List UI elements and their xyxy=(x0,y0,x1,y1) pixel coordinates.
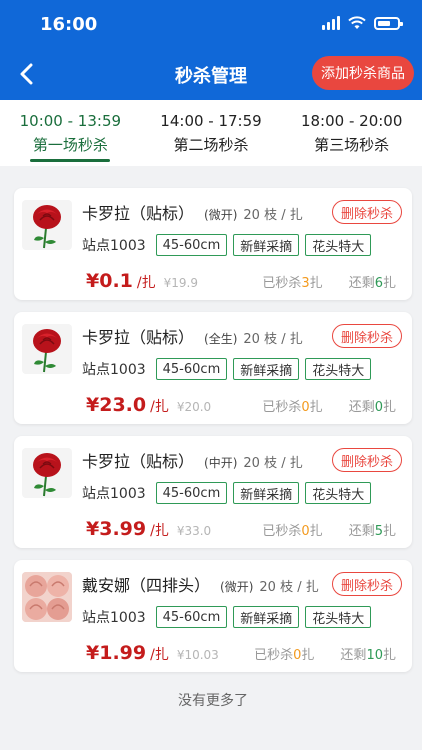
price-row: ¥1.99 /扎 ¥10.03 已秒杀0扎 还剩10扎 xyxy=(86,642,396,664)
tags-row: 站点1003 45-60cm 新鲜采摘 花头特大 xyxy=(82,606,377,628)
tab-session-3[interactable]: 18:00 - 20:00 第三场秒杀 xyxy=(281,100,422,166)
product-title-row: 卡罗拉（贴标） (全生) 20 枝 / 扎 xyxy=(82,324,303,348)
bloom-state: (微开) xyxy=(220,580,254,594)
tab-session-1[interactable]: 10:00 - 13:59 第一场秒杀 xyxy=(0,100,141,166)
bundle-qty: 20 枝 / 扎 xyxy=(243,332,303,347)
original-price: ¥33.0 xyxy=(176,524,212,538)
product-name: 卡罗拉（贴标） xyxy=(82,204,195,223)
station-label: 站点1003 xyxy=(82,610,146,626)
tab-time: 14:00 - 17:59 xyxy=(160,111,262,130)
sale-price: ¥3.99 xyxy=(86,518,147,540)
tags-row: 站点1003 45-60cm 新鲜采摘 花头特大 xyxy=(82,358,377,380)
list-item[interactable]: 卡罗拉（贴标） (微开) 20 枝 / 扎 删除秒杀 站点1003 45-60c… xyxy=(14,188,412,300)
sale-price: ¥0.1 xyxy=(86,270,133,292)
sold-count: 已秒杀0扎 xyxy=(254,648,315,663)
product-name: 卡罗拉（贴标） xyxy=(82,328,195,347)
bundle-qty: 20 枝 / 扎 xyxy=(243,208,303,223)
tab-label: 第二场秒杀 xyxy=(173,135,249,154)
tag-fresh: 新鲜采摘 xyxy=(233,482,300,504)
tags-row: 站点1003 45-60cm 新鲜采摘 花头特大 xyxy=(82,234,377,256)
remaining-count: 还剩0扎 xyxy=(348,400,396,415)
status-bar: 16:00 xyxy=(0,0,422,50)
price-unit: /扎 xyxy=(150,399,169,415)
tag-big-head: 花头特大 xyxy=(305,606,372,628)
status-time: 16:00 xyxy=(40,14,98,35)
remaining-count: 还剩10扎 xyxy=(340,648,396,663)
original-price: ¥20.0 xyxy=(176,400,212,414)
app-header: 16:00 秒杀管理 添加秒杀商品 xyxy=(0,0,422,100)
price-row: ¥3.99 /扎 ¥33.0 已秒杀0扎 还剩5扎 xyxy=(86,518,396,540)
product-title-row: 卡罗拉（贴标） (微开) 20 枝 / 扎 xyxy=(82,200,303,224)
wifi-icon xyxy=(348,16,366,29)
price-unit: /扎 xyxy=(150,523,169,539)
delete-flash-sale-button[interactable]: 删除秒杀 xyxy=(331,324,402,348)
tag-length: 45-60cm xyxy=(155,482,228,504)
sold-count: 已秒杀0扎 xyxy=(262,400,323,415)
sold-count: 已秒杀0扎 xyxy=(262,524,323,539)
tag-fresh: 新鲜采摘 xyxy=(233,358,300,380)
remaining-count: 还剩6扎 xyxy=(348,276,396,291)
tag-fresh: 新鲜采摘 xyxy=(233,606,300,628)
product-title-row: 卡罗拉（贴标） (中开) 20 枝 / 扎 xyxy=(82,448,303,472)
red-rose-icon xyxy=(22,324,72,374)
sold-count: 已秒杀3扎 xyxy=(262,276,323,291)
bloom-state: (全生) xyxy=(204,332,238,346)
tag-big-head: 花头特大 xyxy=(305,482,372,504)
station-label: 站点1003 xyxy=(82,238,146,254)
signal-icon xyxy=(322,16,340,30)
product-name: 卡罗拉（贴标） xyxy=(82,452,195,471)
product-name: 戴安娜（四排头） xyxy=(82,576,211,595)
battery-icon xyxy=(374,16,403,30)
price-row: ¥0.1 /扎 ¥19.9 已秒杀3扎 还剩6扎 xyxy=(86,270,396,292)
tag-big-head: 花头特大 xyxy=(305,234,372,256)
flash-sale-list: 卡罗拉（贴标） (微开) 20 枝 / 扎 删除秒杀 站点1003 45-60c… xyxy=(0,166,422,710)
tab-time: 18:00 - 20:00 xyxy=(300,111,403,130)
list-item[interactable]: 戴安娜（四排头） (微开) 20 枝 / 扎 删除秒杀 站点1003 45-60… xyxy=(14,560,412,672)
list-item[interactable]: 卡罗拉（贴标） (全生) 20 枝 / 扎 删除秒杀 站点1003 45-60c… xyxy=(14,312,412,424)
tag-length: 45-60cm xyxy=(155,234,228,256)
bloom-state: (中开) xyxy=(204,456,238,470)
pink-rose-icon xyxy=(22,572,72,622)
delete-flash-sale-button[interactable]: 删除秒杀 xyxy=(331,200,402,224)
remaining-count: 还剩5扎 xyxy=(348,524,396,539)
no-more-text: 没有更多了 xyxy=(178,693,248,709)
tag-length: 45-60cm xyxy=(155,358,228,380)
price-unit: /扎 xyxy=(136,275,156,291)
delete-flash-sale-button[interactable]: 删除秒杀 xyxy=(331,448,402,472)
bundle-qty: 20 枝 / 扎 xyxy=(243,456,303,471)
tag-length: 45-60cm xyxy=(155,606,228,628)
add-flash-sale-button[interactable]: 添加秒杀商品 xyxy=(312,56,414,90)
price-unit: /扎 xyxy=(150,647,169,663)
bundle-qty: 20 枝 / 扎 xyxy=(259,580,319,595)
sale-price: ¥23.0 xyxy=(86,394,147,416)
nav-bar: 秒杀管理 添加秒杀商品 xyxy=(0,50,422,100)
tag-fresh: 新鲜采摘 xyxy=(233,234,300,256)
original-price: ¥10.03 xyxy=(176,648,219,662)
tag-big-head: 花头特大 xyxy=(305,358,372,380)
tags-row: 站点1003 45-60cm 新鲜采摘 花头特大 xyxy=(82,482,377,504)
original-price: ¥19.9 xyxy=(163,276,198,290)
tab-label: 第三场秒杀 xyxy=(314,135,390,154)
bloom-state: (微开) xyxy=(204,208,238,222)
red-rose-icon xyxy=(22,200,72,250)
tab-session-2[interactable]: 14:00 - 17:59 第二场秒杀 xyxy=(141,100,282,166)
station-label: 站点1003 xyxy=(82,362,146,378)
tab-label: 第一场秒杀 xyxy=(32,135,108,154)
station-label: 站点1003 xyxy=(82,486,146,502)
list-item[interactable]: 卡罗拉（贴标） (中开) 20 枝 / 扎 删除秒杀 站点1003 45-60c… xyxy=(14,436,412,548)
price-row: ¥23.0 /扎 ¥20.0 已秒杀0扎 还剩0扎 xyxy=(86,394,396,416)
red-rose-icon xyxy=(22,448,72,498)
tab-time: 10:00 - 13:59 xyxy=(19,111,122,130)
product-title-row: 戴安娜（四排头） (微开) 20 枝 / 扎 xyxy=(82,572,319,596)
status-icons xyxy=(322,16,403,30)
session-tabs: 10:00 - 13:59 第一场秒杀 14:00 - 17:59 第二场秒杀 … xyxy=(0,100,422,166)
sale-price: ¥1.99 xyxy=(86,642,147,664)
delete-flash-sale-button[interactable]: 删除秒杀 xyxy=(331,572,402,596)
